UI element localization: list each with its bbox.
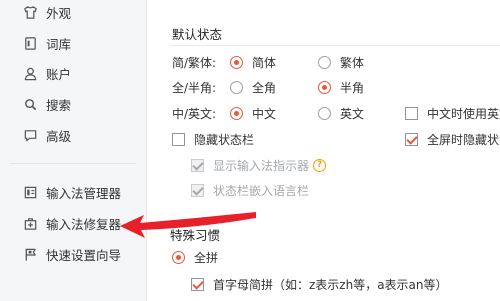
sidebar-item-ime-repair[interactable]: 输入法修复器 bbox=[0, 208, 147, 238]
radio-indicator bbox=[230, 107, 243, 120]
sidebar-item-label: 输入法修复器 bbox=[46, 216, 122, 232]
sidebar-item-search[interactable]: 搜索 bbox=[0, 89, 147, 119]
radio-label: 中文 bbox=[252, 107, 277, 121]
checkbox-label: 状态栏嵌入语言栏 bbox=[213, 184, 310, 198]
sidebar-item-advanced[interactable]: 高级 bbox=[0, 120, 147, 150]
radio-full-pinyin[interactable]: 全拼 bbox=[172, 249, 218, 266]
shirt-icon bbox=[22, 4, 38, 20]
checkbox-label: 全屏时隐藏状态 bbox=[427, 133, 500, 147]
radio-indicator bbox=[318, 107, 331, 120]
help-icon[interactable]: ? bbox=[313, 159, 327, 172]
settings-sidebar: 外观 词库 账户 搜索 高级 输入法管理器 输入法修复器 快速设置向导 bbox=[0, 0, 147, 301]
user-icon bbox=[22, 65, 38, 81]
section-divider bbox=[170, 45, 500, 46]
checkbox-embed-language-bar[interactable]: 状态栏嵌入语言栏 bbox=[191, 182, 309, 199]
sidebar-item-label: 词库 bbox=[46, 36, 72, 52]
checkbox-box bbox=[191, 159, 204, 172]
settings-main-panel: 默认状态 简/繁体: 简体 繁体 全/半角: 全角 半角 中/英文: 中文 英文… bbox=[148, 0, 500, 301]
radio-simplified[interactable]: 简体 bbox=[230, 54, 276, 71]
repair-icon bbox=[22, 215, 38, 231]
sidebar-item-ime-manager[interactable]: 输入法管理器 bbox=[0, 177, 147, 207]
chat-icon bbox=[22, 127, 38, 143]
radio-indicator bbox=[230, 56, 243, 69]
radio-english[interactable]: 英文 bbox=[318, 105, 364, 122]
sidebar-item-label: 高级 bbox=[46, 128, 72, 144]
checkbox-box bbox=[191, 184, 204, 197]
sidebar-item-label: 外观 bbox=[46, 5, 72, 21]
radio-label: 全角 bbox=[252, 81, 277, 95]
full-half-label: 全/半角: bbox=[172, 81, 217, 95]
section-title-default-state: 默认状态 bbox=[172, 27, 223, 42]
checkbox-label: 中文时使用英文 bbox=[427, 107, 500, 121]
checkbox-fullscreen-hide-status[interactable]: 全屏时隐藏状态 bbox=[405, 131, 500, 148]
sidebar-item-label: 输入法管理器 bbox=[46, 185, 122, 201]
sidebar-item-appearance[interactable]: 外观 bbox=[0, 0, 147, 27]
checkbox-label: 显示输入法指示器 bbox=[213, 159, 310, 173]
checkbox-show-ime-indicator[interactable]: 显示输入法指示器 ? bbox=[191, 157, 327, 174]
radio-label: 半角 bbox=[340, 81, 365, 95]
sidebar-item-label: 快速设置向导 bbox=[46, 247, 122, 263]
checkbox-hide-status-bar[interactable]: 隐藏状态栏 bbox=[172, 131, 254, 148]
checkbox-box bbox=[405, 133, 418, 146]
sidebar-divider bbox=[10, 163, 136, 164]
checkbox-label: 首字母简拼（如：z表示zh等，a表示an等） bbox=[213, 278, 448, 292]
simp-trad-label: 简/繁体: bbox=[172, 56, 217, 70]
sidebar-item-lexicon[interactable]: 词库 bbox=[0, 28, 147, 58]
book-icon bbox=[22, 35, 38, 51]
radio-label: 英文 bbox=[340, 107, 365, 121]
checkbox-box bbox=[172, 133, 185, 146]
checkbox-box bbox=[405, 107, 418, 120]
sidebar-item-label: 搜索 bbox=[46, 97, 72, 113]
radio-indicator bbox=[230, 81, 243, 94]
sidebar-item-setup-wizard[interactable]: 快速设置向导 bbox=[0, 239, 147, 269]
checkbox-english-punct-in-chinese[interactable]: 中文时使用英文 bbox=[405, 105, 500, 122]
radio-label: 繁体 bbox=[340, 56, 365, 70]
sidebar-item-label: 账户 bbox=[46, 66, 72, 82]
radio-full-width[interactable]: 全角 bbox=[230, 79, 276, 96]
checkbox-initial-abbreviation[interactable]: 首字母简拼（如：z表示zh等，a表示an等） bbox=[191, 276, 448, 293]
sidebar-item-account[interactable]: 账户 bbox=[0, 58, 147, 88]
radio-label: 简体 bbox=[252, 56, 277, 70]
radio-indicator bbox=[318, 81, 331, 94]
manager-icon bbox=[22, 184, 38, 200]
radio-label: 全拼 bbox=[194, 251, 219, 265]
checkbox-box bbox=[191, 278, 204, 291]
checkbox-label: 隐藏状态栏 bbox=[194, 133, 255, 147]
radio-chinese[interactable]: 中文 bbox=[230, 105, 276, 122]
radio-indicator bbox=[318, 56, 331, 69]
radio-half-width[interactable]: 半角 bbox=[318, 79, 364, 96]
section-title-pinyin: 特殊习惯 bbox=[170, 228, 221, 243]
cn-en-label: 中/英文: bbox=[172, 107, 217, 121]
radio-indicator bbox=[172, 251, 185, 264]
search-icon bbox=[22, 96, 38, 112]
flag-icon bbox=[22, 246, 38, 262]
radio-traditional[interactable]: 繁体 bbox=[318, 54, 364, 71]
